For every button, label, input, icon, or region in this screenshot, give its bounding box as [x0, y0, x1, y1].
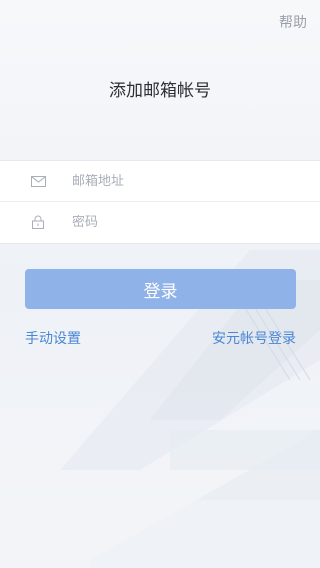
email-field[interactable] [72, 173, 292, 189]
login-form [0, 160, 320, 244]
page-title: 添加邮箱帐号 [109, 81, 211, 101]
password-field[interactable] [72, 214, 292, 230]
help-link[interactable]: 帮助 [279, 12, 307, 32]
anyuan-account-login-link[interactable]: 安元帐号登录 [212, 328, 296, 348]
password-row [0, 201, 320, 242]
lock-icon [30, 214, 46, 230]
email-row [0, 161, 320, 201]
login-button[interactable]: 登录 [25, 269, 296, 309]
manual-setup-link[interactable]: 手动设置 [25, 328, 81, 348]
mail-icon [30, 173, 46, 189]
